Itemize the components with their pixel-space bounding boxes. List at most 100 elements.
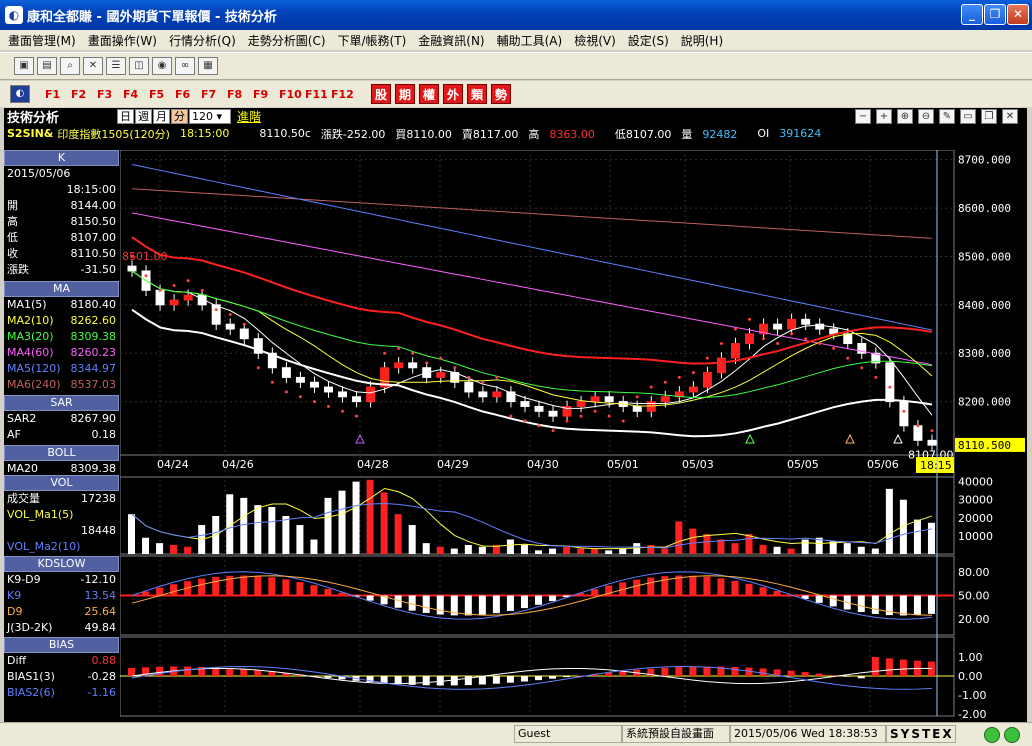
category-button-5[interactable]: 勢 bbox=[491, 84, 511, 104]
volume-bar bbox=[464, 544, 472, 554]
image-icon[interactable]: ▦ bbox=[198, 57, 218, 75]
chart-canvas[interactable]: 8700.000 8600.000 8500.000 8400.000 8300.000… bbox=[120, 150, 1027, 720]
period-day[interactable]: 日 bbox=[117, 109, 134, 124]
ma-header[interactable]: MA bbox=[4, 281, 119, 297]
period-month[interactable]: 月 bbox=[153, 109, 170, 124]
volume-bar bbox=[338, 490, 346, 554]
contract-name: 印度指數1505(120分) bbox=[57, 127, 170, 141]
oi-label: OI bbox=[757, 127, 770, 140]
fkey-f7[interactable]: F7 bbox=[201, 88, 227, 101]
menu-item-6[interactable]: 輔助工具(A) bbox=[497, 32, 563, 49]
fkey-f1[interactable]: F1 bbox=[45, 88, 71, 101]
kd-bar bbox=[899, 595, 907, 616]
k-date: 2015/05/06 bbox=[7, 167, 71, 180]
window-icon[interactable]: ▣ bbox=[14, 57, 34, 75]
close-window-icon[interactable]: ✕ bbox=[83, 57, 103, 75]
logo-icon[interactable]: ◐ bbox=[10, 85, 30, 103]
fkey-f2[interactable]: F2 bbox=[71, 88, 97, 101]
kd-bar bbox=[871, 595, 879, 614]
row-value: 8267.90 bbox=[70, 412, 117, 425]
sar-dot bbox=[832, 346, 836, 350]
zoom-out-icon[interactable]: ⊖ bbox=[918, 109, 934, 124]
category-button-1[interactable]: 期 bbox=[395, 84, 415, 104]
menu-item-3[interactable]: 走勢分析圖(C) bbox=[248, 32, 326, 49]
menu-item-7[interactable]: 檢視(V) bbox=[574, 32, 616, 49]
monitor-icon[interactable]: ▤ bbox=[37, 57, 57, 75]
kd-bar bbox=[591, 589, 599, 596]
kd-header[interactable]: KDSLOW bbox=[4, 556, 119, 572]
bias-bar bbox=[871, 656, 879, 676]
date-label: 04/29 bbox=[437, 458, 469, 471]
sar-dot bbox=[916, 424, 920, 428]
connection-icon-2 bbox=[1004, 727, 1020, 743]
candle bbox=[576, 401, 586, 407]
candle bbox=[660, 396, 670, 403]
fkey-f3[interactable]: F3 bbox=[97, 88, 123, 101]
volume-bar bbox=[913, 519, 921, 554]
row-label: 成交量 bbox=[7, 492, 40, 505]
fkey-f12[interactable]: F12 bbox=[331, 88, 357, 101]
fkey-f11[interactable]: F11 bbox=[305, 88, 331, 101]
fkey-f8[interactable]: F8 bbox=[227, 88, 253, 101]
sar-dot bbox=[509, 414, 513, 418]
fkey-f6[interactable]: F6 bbox=[175, 88, 201, 101]
period-minute[interactable]: 分 bbox=[171, 109, 188, 124]
bias-bar bbox=[857, 676, 865, 679]
vol-tick: 40000 bbox=[958, 476, 993, 489]
candle bbox=[127, 265, 137, 272]
search-icon[interactable]: ⌕ bbox=[60, 57, 80, 75]
fkey-f9[interactable]: F9 bbox=[253, 88, 279, 101]
boll-panel: BOLL MA20 8309.38 bbox=[4, 445, 119, 477]
sar-dot bbox=[383, 351, 387, 355]
period-week[interactable]: 週 bbox=[135, 109, 152, 124]
menu-item-0[interactable]: 畫面管理(M) bbox=[8, 32, 76, 49]
restore-icon[interactable]: ❐ bbox=[981, 109, 997, 124]
plus-icon[interactable]: + bbox=[876, 109, 892, 124]
menu-item-8[interactable]: 設定(S) bbox=[628, 32, 669, 49]
price-tick: 8700.000 bbox=[958, 154, 1011, 167]
volume-bar bbox=[759, 544, 767, 554]
k-header[interactable]: K bbox=[4, 150, 119, 166]
menu-item-9[interactable]: 說明(H) bbox=[681, 32, 723, 49]
category-button-0[interactable]: 股 bbox=[371, 84, 391, 104]
draw-icon[interactable]: ✎ bbox=[939, 109, 955, 124]
vol-header[interactable]: VOL bbox=[4, 475, 119, 491]
fkey-f10[interactable]: F10 bbox=[279, 88, 305, 101]
fkey-f4[interactable]: F4 bbox=[123, 88, 149, 101]
bias-header[interactable]: BIAS bbox=[4, 637, 119, 653]
candle bbox=[155, 289, 165, 306]
sar-header[interactable]: SAR bbox=[4, 395, 119, 411]
table-icon[interactable]: ☰ bbox=[106, 57, 126, 75]
menu-item-5[interactable]: 金融資訊(N) bbox=[418, 32, 484, 49]
row-label: MA5(120) bbox=[7, 362, 61, 375]
link-icon[interactable]: ∞ bbox=[175, 57, 195, 75]
category-button-2[interactable]: 權 bbox=[419, 84, 439, 104]
kd-bar bbox=[324, 588, 332, 596]
close-icon[interactable]: ✕ bbox=[1002, 109, 1018, 124]
menu-item-1[interactable]: 畫面操作(W) bbox=[88, 32, 157, 49]
advanced-link[interactable]: 進階 bbox=[237, 108, 261, 125]
zoom-in-icon[interactable]: ⊕ bbox=[897, 109, 913, 124]
fkey-f5[interactable]: F5 bbox=[149, 88, 175, 101]
split-icon[interactable]: ◫ bbox=[129, 57, 149, 75]
sar-dot bbox=[228, 313, 232, 317]
save-icon[interactable]: ▭ bbox=[960, 109, 976, 124]
menu-item-2[interactable]: 行情分析(Q) bbox=[169, 32, 236, 49]
sar-rows: SAR2 8267.90 AF 0.18 bbox=[4, 411, 119, 443]
category-button-3[interactable]: 外 bbox=[443, 84, 463, 104]
row-value: 8344.97 bbox=[70, 362, 117, 375]
restore-button[interactable]: ❐ bbox=[984, 4, 1006, 25]
minus-icon[interactable]: − bbox=[855, 109, 871, 124]
kd-tick: 20.00 bbox=[958, 613, 990, 626]
menu-item-4[interactable]: 下單/帳務(T) bbox=[338, 32, 407, 49]
interval-select[interactable]: 120 ▾ bbox=[189, 109, 231, 124]
boll-header[interactable]: BOLL bbox=[4, 445, 119, 461]
kd-bar bbox=[773, 591, 781, 596]
bias-bar bbox=[801, 672, 809, 676]
category-button-4[interactable]: 類 bbox=[467, 84, 487, 104]
close-button[interactable]: ✕ bbox=[1007, 4, 1029, 25]
globe-icon[interactable]: ◉ bbox=[152, 57, 172, 75]
minimize-button[interactable]: _ bbox=[961, 4, 983, 25]
bias-bar bbox=[226, 668, 234, 676]
sar-dot bbox=[748, 317, 752, 321]
